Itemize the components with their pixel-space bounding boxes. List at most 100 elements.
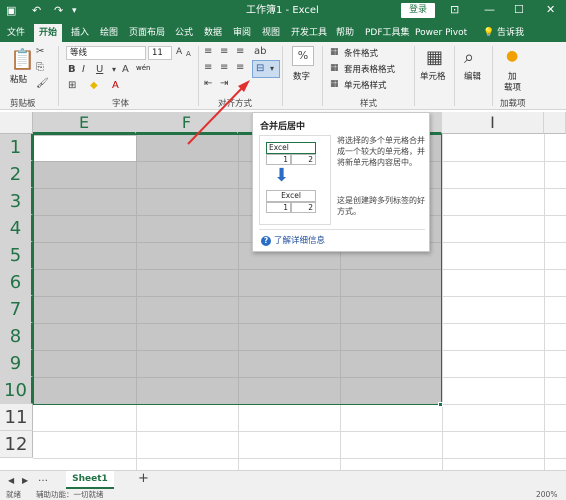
addins-group-label: 加载项 bbox=[500, 99, 526, 109]
more-sheets-icon[interactable]: … bbox=[38, 473, 48, 485]
tab-power-pivot[interactable]: Power Pivot bbox=[410, 24, 472, 42]
copy-icon[interactable]: ⎘ bbox=[36, 62, 44, 74]
gridline bbox=[33, 431, 566, 432]
tab-view[interactable]: 视图 bbox=[257, 24, 285, 42]
row-header-3[interactable]: 3 bbox=[0, 188, 33, 215]
learn-more-link[interactable]: ? 了解详细信息 bbox=[261, 234, 325, 246]
format-painter-icon[interactable]: 🖌 bbox=[36, 78, 49, 90]
sheet-tab-sheet1[interactable]: Sheet1 bbox=[66, 471, 114, 489]
clipboard-group-label: 剪贴板 bbox=[10, 99, 36, 109]
font-size-select[interactable]: 11 bbox=[148, 46, 172, 60]
addins-icon[interactable]: ● bbox=[506, 49, 518, 63]
close-button[interactable]: ✕ bbox=[546, 2, 555, 18]
number-format-button[interactable]: 数字 bbox=[293, 70, 310, 82]
tab-file[interactable]: 文件 bbox=[2, 24, 30, 42]
chevron-down-icon[interactable]: ▾ bbox=[112, 64, 116, 76]
restore-button[interactable]: ☐ bbox=[514, 2, 524, 18]
chevron-down-icon[interactable]: ▾ bbox=[270, 63, 274, 75]
row-header-10[interactable]: 10 bbox=[0, 377, 33, 404]
italic-icon[interactable]: I bbox=[82, 64, 85, 76]
row-header-4[interactable]: 4 bbox=[0, 215, 33, 242]
font-settings-icon[interactable]: A bbox=[122, 64, 129, 76]
illus-centered-cell: Excel bbox=[266, 190, 316, 202]
row-header-9[interactable]: 9 bbox=[0, 350, 33, 377]
editing-button[interactable]: 编辑 bbox=[464, 70, 481, 82]
select-all-corner[interactable] bbox=[0, 112, 33, 134]
divider bbox=[282, 46, 283, 106]
font-color-icon[interactable]: A bbox=[112, 80, 119, 92]
row-header-12[interactable]: 12 bbox=[0, 431, 33, 458]
phonetic-label[interactable]: wén bbox=[136, 64, 150, 72]
tab-home[interactable]: 开始 bbox=[34, 24, 63, 42]
tab-review[interactable]: 审阅 bbox=[228, 24, 256, 42]
row-header-1[interactable]: 1 bbox=[0, 134, 33, 161]
bold-icon[interactable]: B bbox=[68, 64, 76, 76]
align-middle-icon[interactable]: ≡ bbox=[220, 46, 228, 58]
align-top-icon[interactable]: ≡ bbox=[204, 46, 212, 58]
merge-center-tooltip: 合并后居中 Excel 1 2 ⬇ Excel 1 2 将选择的多个单元格合并成… bbox=[252, 112, 430, 252]
cell-style-icon: ▦ bbox=[330, 79, 339, 89]
cut-icon[interactable]: ✂ bbox=[36, 46, 44, 58]
tab-pdf-tools[interactable]: PDF工具集 bbox=[360, 24, 415, 42]
search-icon[interactable]: ⌕ bbox=[464, 48, 474, 68]
redo-icon[interactable]: ↷ bbox=[54, 3, 63, 19]
prev-sheet-icon[interactable]: ◀ bbox=[8, 475, 14, 487]
ribbon-display-icon[interactable]: ⊡ bbox=[450, 2, 459, 18]
align-bottom-icon[interactable]: ≡ bbox=[236, 46, 244, 58]
cells-icon[interactable]: ▦ bbox=[426, 48, 443, 68]
undo-icon[interactable]: ↶ bbox=[32, 3, 41, 19]
font-name-select[interactable]: 等线 bbox=[66, 46, 146, 60]
increase-font-icon[interactable]: A bbox=[176, 46, 182, 58]
addins-button-line2[interactable]: 载项 bbox=[504, 81, 521, 93]
add-sheet-button[interactable]: + bbox=[138, 472, 149, 485]
accessibility-status[interactable]: 辅助功能：一切就绪 bbox=[36, 490, 104, 500]
tab-data[interactable]: 数据 bbox=[199, 24, 227, 42]
border-icon[interactable]: ⊞ bbox=[68, 80, 76, 92]
minimize-button[interactable]: — bbox=[484, 2, 495, 18]
conditional-format-icon: ▦ bbox=[330, 47, 339, 57]
tab-developer[interactable]: 开发工具 bbox=[286, 24, 332, 42]
down-arrow-icon: ⬇ bbox=[274, 165, 290, 186]
learn-more-label[interactable]: 了解详细信息 bbox=[274, 236, 325, 246]
fill-color-icon[interactable]: ◆ bbox=[90, 80, 98, 92]
row-header-8[interactable]: 8 bbox=[0, 323, 33, 350]
title-bar: ▣ ↶ ↷ ▾ 工作簿1 - Excel 登录 ⊡ — ☐ ✕ bbox=[0, 0, 566, 22]
column-header-i[interactable]: I bbox=[442, 112, 544, 134]
paste-button[interactable]: 粘贴 bbox=[10, 73, 27, 85]
row-header-6[interactable]: 6 bbox=[0, 269, 33, 296]
next-sheet-icon[interactable]: ▶ bbox=[22, 475, 28, 487]
column-header-j[interactable] bbox=[544, 112, 566, 134]
status-ready: 就绪 bbox=[6, 490, 21, 499]
tab-draw[interactable]: 绘图 bbox=[95, 24, 123, 42]
customize-qat-icon[interactable]: ▾ bbox=[72, 3, 77, 19]
tab-insert[interactable]: 插入 bbox=[66, 24, 94, 42]
tab-formulas[interactable]: 公式 bbox=[170, 24, 198, 42]
tell-me-search[interactable]: 告诉我 bbox=[492, 24, 529, 42]
tab-help[interactable]: 帮助 bbox=[331, 24, 359, 42]
cell-styles-button[interactable]: 单元格样式 bbox=[344, 79, 387, 91]
column-header-e[interactable]: E bbox=[33, 112, 136, 134]
tab-page-layout[interactable]: 页面布局 bbox=[124, 24, 170, 42]
illus-merged-cell: Excel bbox=[266, 142, 316, 154]
decrease-font-icon[interactable]: A bbox=[186, 48, 191, 60]
row-header-2[interactable]: 2 bbox=[0, 161, 33, 188]
orientation-icon[interactable]: ab bbox=[254, 46, 266, 58]
gridline bbox=[238, 135, 239, 404]
zoom-level[interactable]: 200% bbox=[536, 490, 557, 500]
fill-handle[interactable] bbox=[438, 402, 443, 407]
excel-logo-icon: ▣ bbox=[6, 4, 17, 17]
row-header-7[interactable]: 7 bbox=[0, 296, 33, 323]
active-cell-e1[interactable] bbox=[34, 136, 136, 161]
underline-icon[interactable]: U bbox=[96, 64, 103, 76]
row-header-11[interactable]: 11 bbox=[0, 404, 33, 431]
row-header-5[interactable]: 5 bbox=[0, 242, 33, 269]
format-as-table-button[interactable]: 套用表格格式 bbox=[344, 63, 395, 75]
conditional-format-button[interactable]: 条件格式 bbox=[344, 47, 378, 59]
paste-icon[interactable]: 📋 bbox=[10, 48, 35, 70]
status-bar: 就绪 辅助功能：一切就绪 200% bbox=[0, 490, 566, 500]
percent-icon[interactable]: % bbox=[292, 46, 314, 66]
cells-button[interactable]: 单元格 bbox=[420, 70, 446, 82]
font-group-label: 字体 bbox=[112, 99, 130, 109]
login-button[interactable]: 登录 bbox=[401, 3, 435, 18]
gridline bbox=[544, 134, 545, 470]
